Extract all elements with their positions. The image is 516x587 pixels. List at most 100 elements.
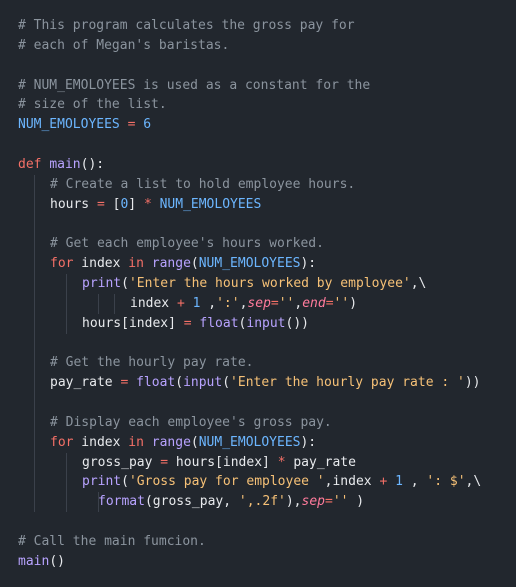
code-token-func: input xyxy=(246,315,286,331)
code-token-comment: # Display each employee's gross pay. xyxy=(50,414,332,430)
code-line[interactable]: for index in range(NUM_EMOLOYEES): xyxy=(0,432,516,453)
code-line[interactable]: # Display each employee's gross pay. xyxy=(0,412,516,433)
code-line-content: main() xyxy=(18,554,65,569)
code-token-keyword: for xyxy=(50,434,74,450)
code-token-comment: # Call the main fumcion. xyxy=(18,533,206,549)
code-line[interactable]: # Get the hourly pay rate. xyxy=(0,353,516,374)
code-token-func: float xyxy=(199,315,239,331)
indent-guide xyxy=(34,452,35,473)
indent-guide xyxy=(66,293,67,314)
indent-guide xyxy=(66,313,67,334)
code-token-keyword: in xyxy=(128,256,144,272)
code-line[interactable]: # NUM_EMOLOYEES is used as a constant fo… xyxy=(0,76,516,96)
code-line[interactable] xyxy=(0,56,516,76)
indent-guide xyxy=(34,174,35,195)
code-line[interactable]: # each of Megan's baristas. xyxy=(0,36,516,56)
code-token-comment: # NUM_EMOLOYEES is used as a constant fo… xyxy=(18,77,371,93)
code-token-keyword: def xyxy=(18,156,42,172)
code-line-content: # Call the main fumcion. xyxy=(18,534,206,549)
code-token-func: format xyxy=(98,494,145,510)
indent-guide xyxy=(66,472,67,493)
code-token-plain: ,\ xyxy=(410,275,427,291)
code-line-content: index + 1 ,':',sep='',end='') xyxy=(130,296,357,311)
code-token-string: 'Enter the hours worked by employee' xyxy=(128,275,411,291)
code-line[interactable] xyxy=(0,214,516,235)
code-token-func: float xyxy=(136,375,176,391)
code-line[interactable]: gross_pay = hours[index] * pay_rate xyxy=(0,452,516,473)
code-token-plain: index xyxy=(130,295,177,311)
code-line[interactable]: NUM_EMOLOYEES = 6 xyxy=(0,115,516,135)
code-token-string: 'Gross pay for employee ' xyxy=(128,474,325,490)
code-token-comment: # each of Megan's baristas. xyxy=(18,37,230,53)
code-token-plain: [ xyxy=(104,196,121,212)
code-line[interactable]: # This program calculates the gross pay … xyxy=(0,16,516,36)
code-token-func: print xyxy=(82,275,122,291)
code-token-plain: ()) xyxy=(285,315,309,331)
code-token-string: 'Enter the hourly pay rate : ' xyxy=(230,375,465,391)
code-line[interactable]: # Get each employee's hours worked. xyxy=(0,234,516,255)
code-token-plain: ): xyxy=(300,434,317,450)
code-line-content: hours[index] = float(input()) xyxy=(82,316,309,331)
code-token-plain: (): xyxy=(80,156,105,172)
code-line-content: print('Gross pay for employee ',index + … xyxy=(82,474,481,489)
code-line[interactable]: # Call the main fumcion. xyxy=(0,532,516,552)
code-line[interactable]: hours[index] = float(input()) xyxy=(0,313,516,334)
code-token-plain: ): xyxy=(300,256,317,272)
code-token-op: + xyxy=(176,295,185,311)
indent-guide xyxy=(34,214,35,235)
code-line-content: format(gross_pay, ',.2f'),sep='' ) xyxy=(98,494,364,509)
code-line-content: # Get the hourly pay rate. xyxy=(50,355,254,370)
code-token-number: 1 xyxy=(395,474,403,490)
code-line[interactable]: # Create a list to hold employee hours. xyxy=(0,174,516,195)
code-line[interactable]: def main(): xyxy=(0,155,516,175)
indent-guide xyxy=(98,293,99,314)
code-token-string: '' xyxy=(278,295,295,311)
code-line[interactable]: print('Gross pay for employee ',index + … xyxy=(0,472,516,493)
code-line[interactable]: # size of the list. xyxy=(0,95,516,115)
code-line-content: # This program calculates the gross pay … xyxy=(18,18,355,33)
code-token-plain: hours[index] xyxy=(82,315,184,331)
code-token-const: NUM_EMOLOYEES xyxy=(198,434,301,450)
code-token-plain: )) xyxy=(464,375,481,391)
code-line[interactable]: pay_rate = float(input('Enter the hourly… xyxy=(0,373,516,394)
code-line[interactable] xyxy=(0,393,516,413)
code-token-comment: # Get each employee's hours worked. xyxy=(50,236,324,252)
code-line[interactable]: main() xyxy=(0,552,516,572)
code-token-plain: index xyxy=(73,434,129,450)
code-line[interactable] xyxy=(0,333,516,354)
code-line-content: hours = [0] * NUM_EMOLOYEES xyxy=(50,197,261,212)
code-token-plain: ( xyxy=(175,375,184,391)
code-line[interactable]: index + 1 ,':',sep='',end='') xyxy=(0,293,516,314)
code-token-plain: hours[index] xyxy=(168,454,278,470)
code-token-keyword: in xyxy=(128,434,144,450)
code-token-op: = xyxy=(325,494,333,510)
code-token-plain: ( xyxy=(222,375,231,391)
code-line-content: print('Enter the hours worked by employe… xyxy=(82,276,426,291)
code-token-number: 6 xyxy=(143,117,152,133)
code-line[interactable] xyxy=(0,135,516,155)
indent-guide xyxy=(66,452,67,473)
code-line-content: NUM_EMOLOYEES = 6 xyxy=(18,117,151,132)
code-line-content: # NUM_EMOLOYEES is used as a constant fo… xyxy=(18,78,370,93)
indent-guide xyxy=(34,194,35,215)
indent-guide xyxy=(34,353,35,374)
code-token-func: print xyxy=(82,474,122,490)
code-token-op: = xyxy=(183,315,192,331)
code-line[interactable]: hours = [0] * NUM_EMOLOYEES xyxy=(0,194,516,215)
code-token-plain: ( xyxy=(190,256,199,272)
code-token-func: main xyxy=(18,553,50,569)
code-line[interactable]: format(gross_pay, ',.2f'),sep='' ) xyxy=(0,492,516,513)
indent-guide xyxy=(34,313,35,334)
code-line[interactable]: for index in range(NUM_EMOLOYEES): xyxy=(0,254,516,274)
code-token-comment: # Create a list to hold employee hours. xyxy=(50,176,356,192)
code-token-keyword: for xyxy=(50,256,74,272)
code-line[interactable]: print('Enter the hours worked by employe… xyxy=(0,273,516,294)
code-editor[interactable]: # This program calculates the gross pay … xyxy=(0,0,516,587)
code-block[interactable]: # This program calculates the gross pay … xyxy=(0,16,516,572)
indent-guide xyxy=(34,393,35,413)
code-token-plain: (gross_pay, xyxy=(144,494,239,510)
indent-guide xyxy=(114,293,115,314)
code-line-content: # Display each employee's gross pay. xyxy=(50,415,332,430)
code-line[interactable] xyxy=(0,512,516,532)
